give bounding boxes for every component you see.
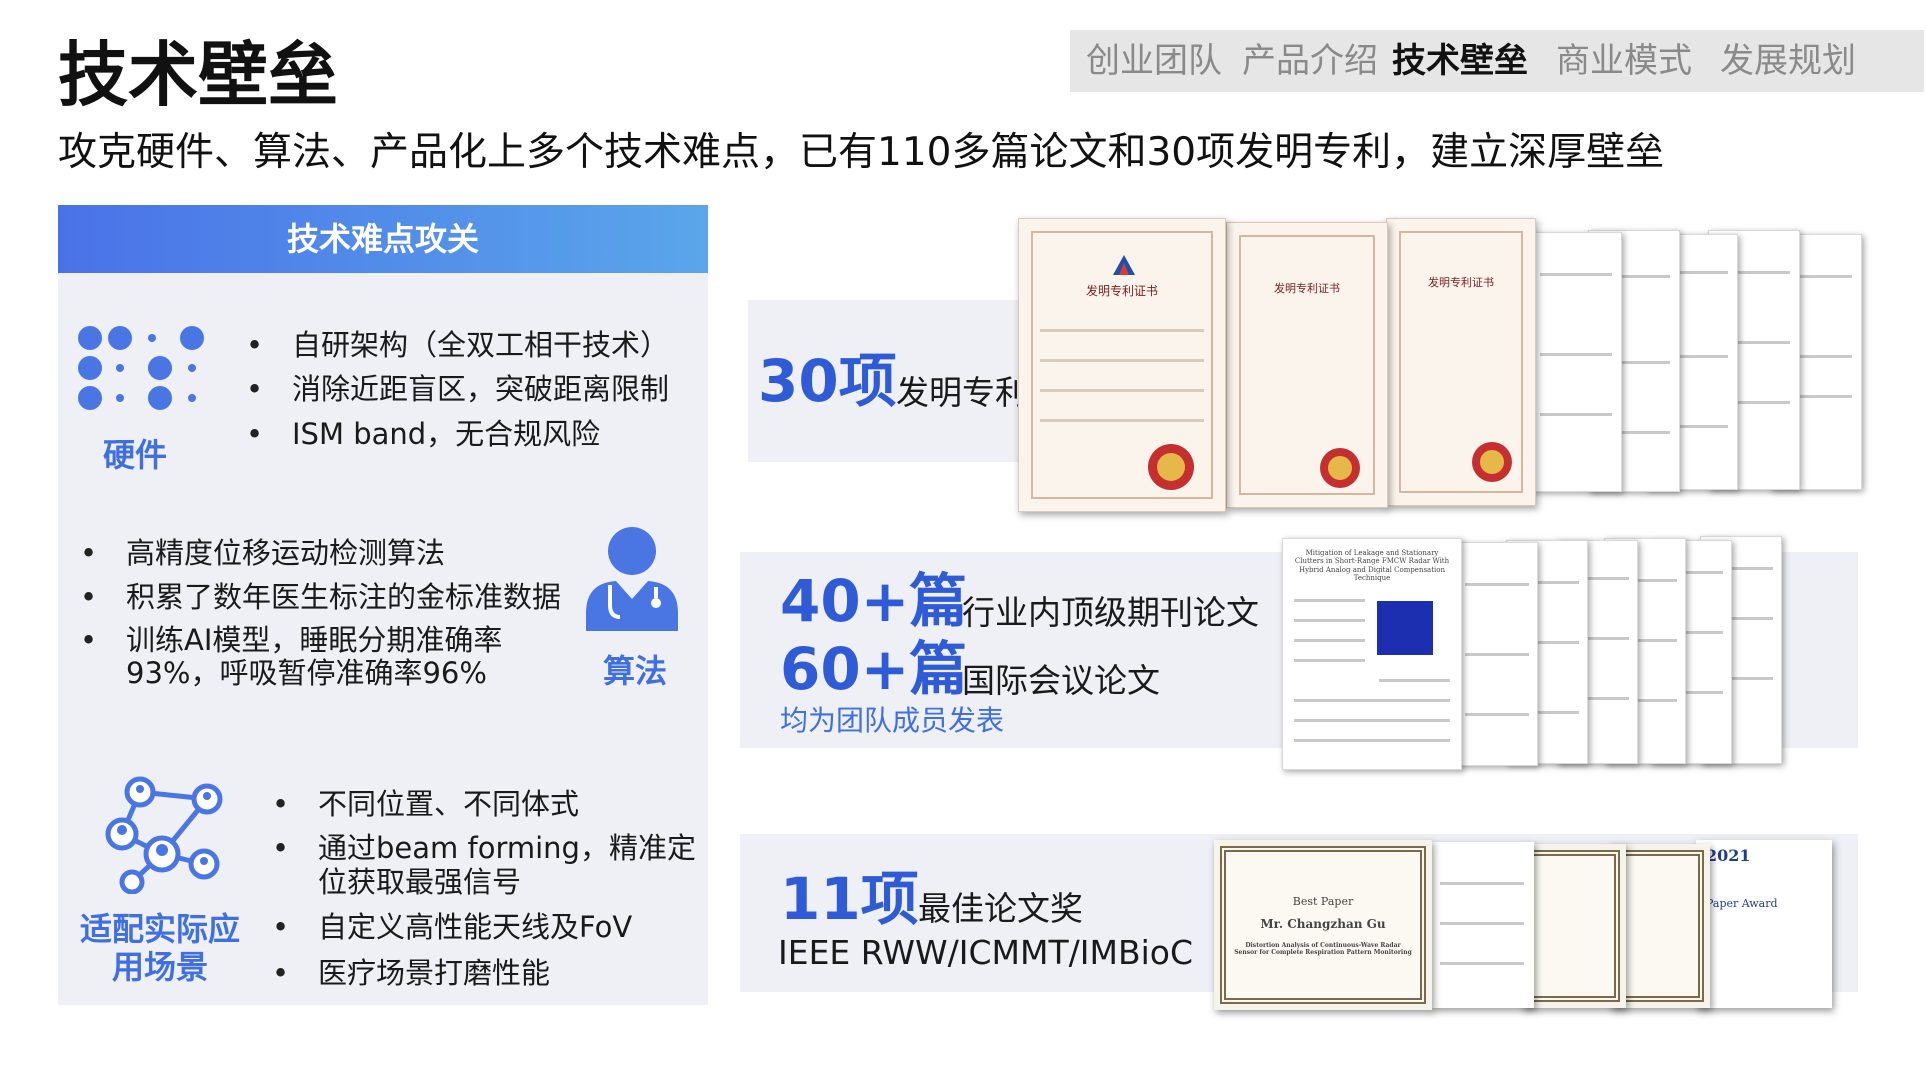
award-certificate-2021: 2021 Paper Award (1696, 840, 1832, 1008)
conference-papers-label: 国际会议论文 (962, 661, 1160, 700)
dots-grid-icon (78, 326, 204, 410)
scenario-item: 医疗场景打磨性能 (272, 955, 698, 992)
hardware-label: 硬件 (102, 436, 167, 474)
scenario-item: 自定义高性能天线及FoV (272, 909, 698, 946)
paper-title: Mitigation of Leakage and Stationary Clu… (1294, 549, 1450, 583)
top-nav: 创业团队 产品介绍 技术壁垒 商业模式 发展规划 (1070, 30, 1924, 92)
paper-document-main: Mitigation of Leakage and Stationary Clu… (1282, 538, 1462, 770)
scenario-item: 不同位置、不同体式 (272, 786, 698, 823)
hardware-item: 自研架构（全双工相干技术） (246, 327, 692, 364)
patents-count: 30项 (758, 347, 897, 415)
award-recipient: Mr. Changzhan Gu (1260, 917, 1386, 931)
algorithm-label: 算法 (602, 652, 667, 690)
hardware-bullet-list: 自研架构（全双工相干技术） 消除近距盲区，突破距离限制 ISM band，无合规… (246, 327, 692, 453)
conference-papers-count: 60+篇 (780, 635, 968, 703)
algorithm-bullet-list: 高精度位移运动检测算法 积累了数年医生标注的金标准数据 训练AI模型，睡眠分期准… (80, 535, 586, 691)
award-certificate (1430, 842, 1534, 1008)
journal-papers-label: 行业内顶级期刊论文 (962, 593, 1259, 632)
awards-count: 11项 (780, 865, 919, 933)
algorithm-item: 高精度位移运动检测算法 (80, 535, 586, 572)
certificate-title: 发明专利证书 (1085, 284, 1158, 298)
patent-office-logo-icon (1113, 255, 1135, 275)
national-emblem-icon (1472, 442, 1512, 482)
papers-note: 均为团队成员发表 (780, 704, 1005, 737)
paper-document (1456, 542, 1538, 766)
patent-certificate: 发明专利证书 (1018, 218, 1226, 512)
scenario-bullet-list: 不同位置、不同体式 通过beam forming，精准定位获取最强信号 自定义高… (272, 786, 698, 992)
journal-papers-count: 40+篇 (780, 567, 968, 635)
nav-item-product[interactable]: 产品介绍 (1242, 44, 1378, 78)
patent-document (1530, 232, 1622, 492)
award-year: 2021 (1706, 846, 1751, 865)
scenario-label: 适配实际应用场景 (79, 910, 240, 987)
nav-item-tech-barrier[interactable]: 技术壁垒 (1392, 44, 1528, 78)
patent-certificate: 发明专利证书 (1386, 218, 1536, 506)
algorithm-item: 积累了数年医生标注的金标准数据 (80, 579, 586, 616)
doctor-icon (586, 527, 678, 631)
hardware-item: 消除近距盲区，突破距离限制 (246, 371, 692, 408)
award-certificate (1522, 844, 1626, 1008)
page-title: 技术壁垒 (58, 34, 338, 116)
national-emblem-icon (1148, 444, 1194, 490)
awards-venues: IEEE RWW/ICMMT/IMBioC (778, 933, 1193, 972)
certificate-title: 发明专利证书 (1428, 276, 1494, 289)
award-paper-title: Distortion Analysis of Continuous-Wave R… (1234, 942, 1412, 957)
algorithm-item: 训练AI模型，睡眠分期准确率93%，呼吸暂停准确率96% (80, 623, 586, 691)
nav-item-development[interactable]: 发展规划 (1720, 44, 1856, 78)
nav-item-business-model[interactable]: 商业模式 (1556, 44, 1692, 78)
award-heading: Best Paper (1292, 895, 1354, 908)
patent-certificate: 发明专利证书 (1226, 222, 1388, 508)
national-emblem-icon (1320, 448, 1360, 488)
certificate-title: 发明专利证书 (1274, 282, 1340, 295)
awards-label: 最佳论文奖 (918, 889, 1083, 928)
nav-item-team[interactable]: 创业团队 (1086, 44, 1222, 78)
hardware-item: ISM band，无合规风险 (246, 416, 692, 453)
patents-label: 发明专利 (896, 373, 1028, 412)
page-subtitle: 攻克硬件、算法、产品化上多个技术难点，已有110多篇论文和30项发明专利，建立深… (58, 130, 1665, 175)
award-certificate-best-paper: Best Paper Mr. Changzhan Gu Distortion A… (1214, 840, 1432, 1010)
scenario-item: 通过beam forming，精准定位获取最强信号 (272, 832, 698, 899)
panel-header: 技术难点攻关 (58, 205, 708, 273)
award-title-2021: Paper Award (1706, 897, 1778, 910)
network-people-icon (105, 776, 223, 894)
panel-header-label: 技术难点攻关 (286, 220, 479, 258)
